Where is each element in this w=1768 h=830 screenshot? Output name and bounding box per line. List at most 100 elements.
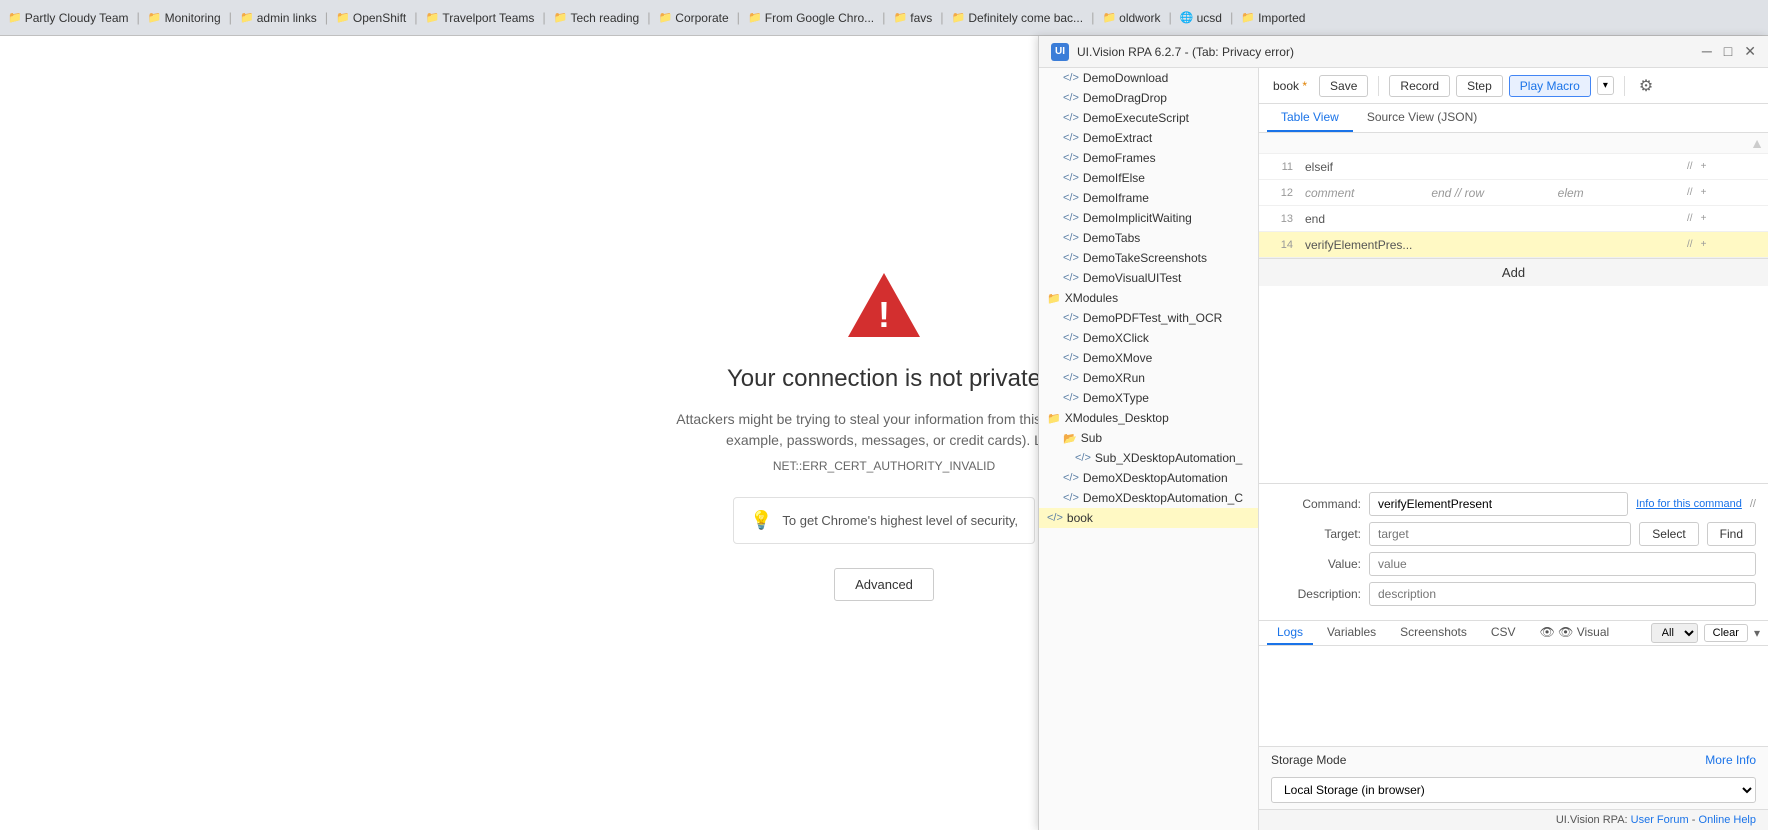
- tree-item-sub[interactable]: 📂 Sub: [1055, 428, 1258, 448]
- bookmark-travelport[interactable]: 📁 Travelport Teams: [426, 11, 535, 25]
- tree-item-demopdftestwithocr[interactable]: </> DemoPDFTest_with_OCR: [1055, 308, 1258, 328]
- more-info-link[interactable]: More Info: [1705, 753, 1756, 767]
- bookmark-partly-cloudy[interactable]: 📁 Partly Cloudy Team: [8, 11, 129, 25]
- bookmark-monitoring[interactable]: 📁 Monitoring: [148, 11, 221, 25]
- storage-mode-select[interactable]: Local Storage (in browser): [1271, 777, 1756, 803]
- add-row-btn-12[interactable]: +: [1698, 186, 1710, 199]
- editor-toolbar: book * Save Record Step Play Macro ▾ ⚙: [1259, 68, 1768, 104]
- comment-toggle-btn[interactable]: //: [1684, 212, 1696, 225]
- scroll-up-btn[interactable]: ▲: [1750, 135, 1764, 151]
- advanced-button[interactable]: Advanced: [834, 568, 934, 601]
- editor-area: book * Save Record Step Play Macro ▾ ⚙ T…: [1259, 68, 1768, 830]
- tab-csv[interactable]: CSV: [1481, 621, 1526, 645]
- user-forum-link[interactable]: User Forum: [1631, 814, 1689, 826]
- command-select[interactable]: verifyElementPresent: [1369, 492, 1628, 516]
- tree-item-sub-xdesktop[interactable]: </> Sub_XDesktopAutomation_: [1067, 448, 1258, 468]
- tree-item-demoxclick[interactable]: </> DemoXClick: [1055, 328, 1258, 348]
- tab-logs[interactable]: Logs: [1267, 621, 1313, 645]
- info-for-command-link[interactable]: Info for this command: [1636, 498, 1742, 510]
- folder-icon: 📁: [1047, 292, 1061, 305]
- folder-icon: 📁: [952, 11, 966, 24]
- close-button[interactable]: ✕: [1744, 43, 1756, 60]
- security-tip: 💡 To get Chrome's highest level of secur…: [733, 497, 1035, 544]
- play-macro-button[interactable]: Play Macro: [1509, 75, 1591, 97]
- clear-logs-button[interactable]: Clear: [1704, 624, 1748, 642]
- step-button[interactable]: Step: [1456, 75, 1503, 97]
- tree-item-demoxrun[interactable]: </> DemoXRun: [1055, 368, 1258, 388]
- bookmark-from-google[interactable]: 📁 From Google Chro...: [748, 11, 874, 25]
- bookmark-tech-reading[interactable]: 📁 Tech reading: [554, 11, 639, 25]
- expand-panel-button[interactable]: ▾: [1754, 626, 1760, 640]
- add-row-btn-11[interactable]: +: [1698, 160, 1710, 173]
- tree-item-demodownload[interactable]: </> DemoDownload: [1055, 68, 1258, 88]
- table-row-selected[interactable]: 14 verifyElementPres... // +: [1259, 232, 1768, 258]
- target-input[interactable]: [1369, 522, 1631, 546]
- log-filter-select[interactable]: All: [1651, 623, 1698, 643]
- panel-title-left: UI UI.Vision RPA 6.2.7 - (Tab: Privacy e…: [1051, 43, 1294, 61]
- tree-item-demoxmove[interactable]: </> DemoXMove: [1055, 348, 1258, 368]
- tab-visual[interactable]: 👁 👁 Visual: [1530, 621, 1620, 645]
- tree-item-demotakescreenshots[interactable]: </> DemoTakeScreenshots: [1055, 248, 1258, 268]
- folder-icon: 📁: [1047, 412, 1061, 425]
- tree-item-book[interactable]: </> book: [1039, 508, 1258, 528]
- play-macro-dropdown[interactable]: ▾: [1597, 76, 1614, 95]
- online-help-link[interactable]: Online Help: [1699, 814, 1756, 826]
- add-command-button[interactable]: Add: [1259, 258, 1768, 286]
- comment-toggle-btn[interactable]: //: [1684, 238, 1696, 251]
- code-icon: </>: [1063, 112, 1079, 124]
- tree-item-demoframes[interactable]: </> DemoFrames: [1055, 148, 1258, 168]
- code-icon: </>: [1063, 132, 1079, 144]
- tree-item-demoxdesktopautomation-c[interactable]: </> DemoXDesktopAutomation_C: [1055, 488, 1258, 508]
- description-input[interactable]: [1369, 582, 1756, 606]
- settings-button[interactable]: ⚙: [1635, 74, 1657, 98]
- value-input[interactable]: [1369, 552, 1756, 576]
- tree-item-demodragdrop[interactable]: </> DemoDragDrop: [1055, 88, 1258, 108]
- error-title: Your connection is not private: [727, 365, 1041, 393]
- tab-screenshots[interactable]: Screenshots: [1390, 621, 1477, 645]
- tree-item-demoiframe[interactable]: </> DemoIframe: [1055, 188, 1258, 208]
- tree-item-demoxdesktopautomation[interactable]: </> DemoXDesktopAutomation: [1055, 468, 1258, 488]
- tree-item-demoexecutescript[interactable]: </> DemoExecuteScript: [1055, 108, 1258, 128]
- error-code: NET::ERR_CERT_AUTHORITY_INVALID: [773, 459, 995, 473]
- folder-icon: 📁: [8, 11, 22, 24]
- bookmark-imported[interactable]: 📁 Imported: [1241, 11, 1305, 25]
- tree-item-demoextract[interactable]: </> DemoExtract: [1055, 128, 1258, 148]
- tree-item-demoifelse[interactable]: </> DemoIfElse: [1055, 168, 1258, 188]
- save-button[interactable]: Save: [1319, 75, 1368, 97]
- globe-icon: 🌐: [1180, 11, 1194, 24]
- tab-source-view[interactable]: Source View (JSON): [1353, 104, 1491, 132]
- select-button[interactable]: Select: [1639, 522, 1698, 546]
- tab-table-view[interactable]: Table View: [1267, 104, 1353, 132]
- tree-item-demoxtype[interactable]: </> DemoXType: [1055, 388, 1258, 408]
- bookmark-openshift[interactable]: 📁 OpenShift: [336, 11, 406, 25]
- bookmark-oldwork[interactable]: 📁 oldwork: [1102, 11, 1160, 25]
- minimize-button[interactable]: ─: [1702, 43, 1712, 60]
- code-icon: </>: [1063, 492, 1079, 504]
- folder-icon: 📁: [554, 11, 568, 24]
- tab-variables[interactable]: Variables: [1317, 621, 1386, 645]
- add-row-btn-14[interactable]: +: [1698, 238, 1710, 251]
- add-row-btn-13[interactable]: +: [1698, 212, 1710, 225]
- uivision-panel: UI UI.Vision RPA 6.2.7 - (Tab: Privacy e…: [1038, 36, 1768, 830]
- tree-item-demotabs[interactable]: </> DemoTabs: [1055, 228, 1258, 248]
- bookmark-definitely[interactable]: 📁 Definitely come bac...: [952, 11, 1083, 25]
- maximize-button[interactable]: □: [1724, 43, 1732, 60]
- tree-item-xmodules-desktop[interactable]: 📁 XModules_Desktop: [1039, 408, 1258, 428]
- value-label: Value:: [1271, 557, 1361, 571]
- eye-icon: 👁: [1540, 625, 1555, 639]
- comment-toggle-btn[interactable]: //: [1684, 186, 1696, 199]
- code-icon: </>: [1063, 272, 1079, 284]
- tree-item-demovisualuitest[interactable]: </> DemoVisualUITest: [1055, 268, 1258, 288]
- comment-toggle-btn[interactable]: //: [1684, 160, 1696, 173]
- bookmark-ucsd[interactable]: 🌐 ucsd: [1180, 11, 1222, 25]
- logs-content: [1259, 646, 1768, 746]
- tree-item-xmodules[interactable]: 📁 XModules: [1039, 288, 1258, 308]
- tree-item-demoimplicitwaiting[interactable]: </> DemoImplicitWaiting: [1055, 208, 1258, 228]
- bookmark-admin-links[interactable]: 📁 admin links: [240, 11, 317, 25]
- record-button[interactable]: Record: [1389, 75, 1450, 97]
- folder-icon: 📁: [426, 11, 440, 24]
- find-button[interactable]: Find: [1707, 522, 1756, 546]
- bookmark-favs[interactable]: 📁 favs: [894, 11, 933, 25]
- bookmark-corporate[interactable]: 📁 Corporate: [659, 11, 729, 25]
- command-row: Command: verifyElementPresent Info for t…: [1271, 492, 1756, 516]
